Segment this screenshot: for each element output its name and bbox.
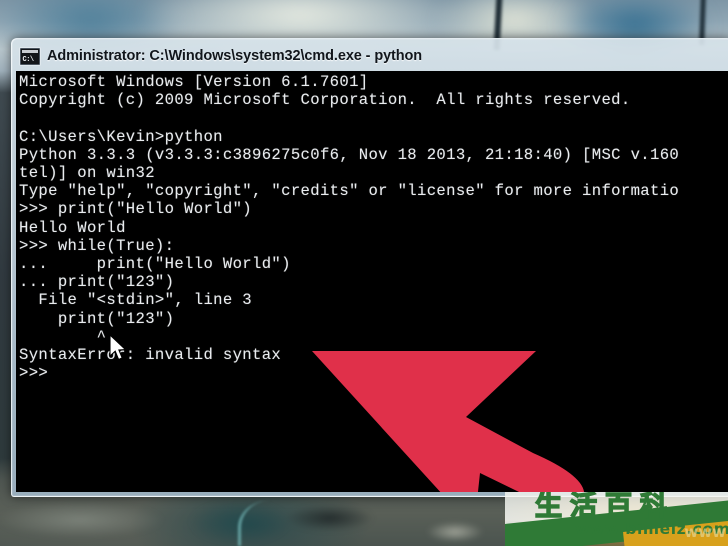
site-watermark: 生活百科 www.bimeiz.com www	[505, 492, 728, 546]
console-client-area[interactable]: Microsoft Windows [Version 6.1.7601] Cop…	[16, 71, 728, 492]
cmd-icon-label: C:\	[22, 55, 35, 64]
window-title: Administrator: C:\Windows\system32\cmd.e…	[47, 48, 423, 64]
red-pointer-arrow	[312, 351, 585, 492]
mouse-cursor-icon	[109, 334, 127, 361]
watermark-ghost-text: www	[684, 523, 726, 541]
cmd-window[interactable]: C:\ Administrator: C:\Windows\system32\c…	[11, 38, 728, 497]
watermark-chinese-text: 生活百科	[534, 492, 675, 522]
window-titlebar[interactable]: C:\ Administrator: C:\Windows\system32\c…	[16, 43, 728, 69]
screenshot-root: C:\ Administrator: C:\Windows\system32\c…	[0, 0, 728, 546]
cmd-console-icon: C:\	[20, 47, 40, 65]
